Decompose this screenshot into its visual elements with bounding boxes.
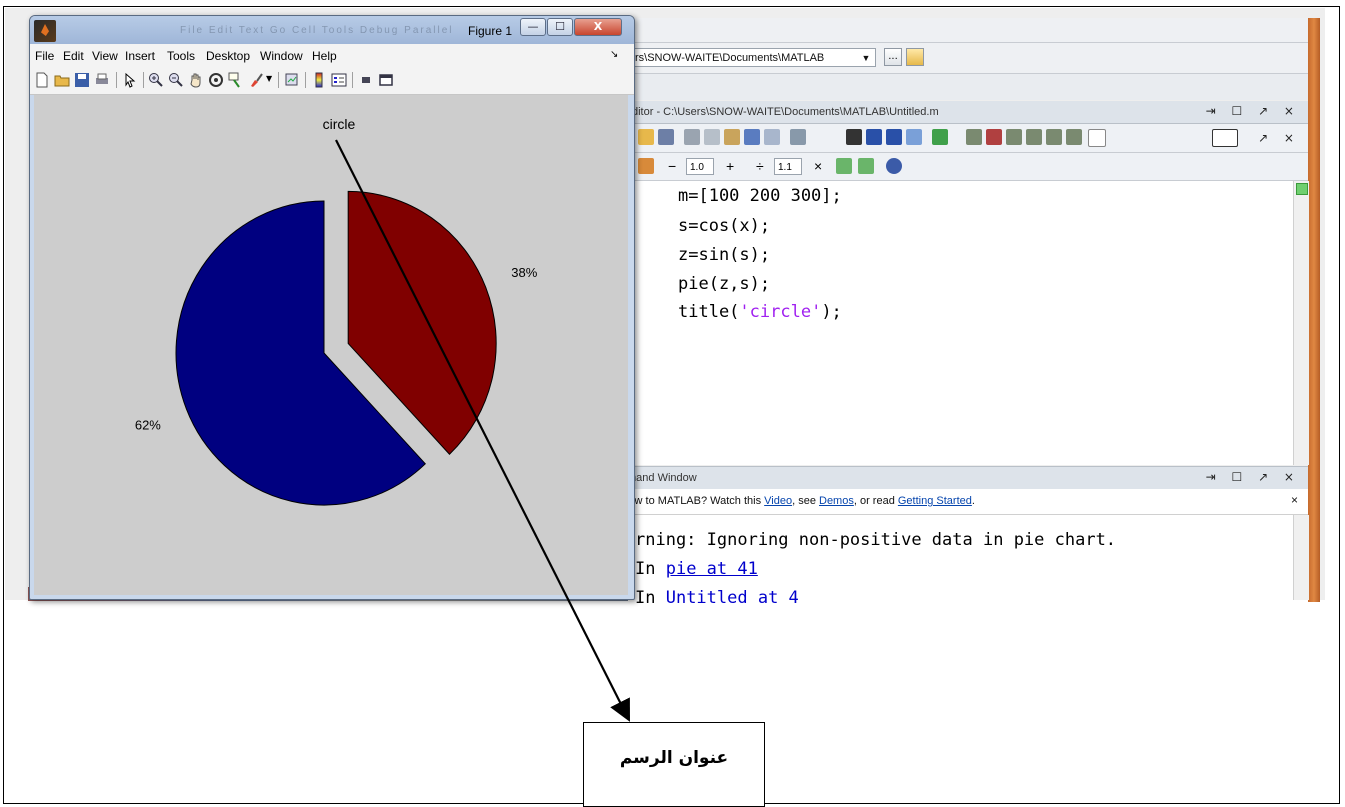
annotation-label: عنوان الرسم [619,748,729,768]
annotation-box: عنوان الرسم [583,722,765,807]
arrow-line [335,139,630,722]
annotation-arrow [335,139,630,722]
